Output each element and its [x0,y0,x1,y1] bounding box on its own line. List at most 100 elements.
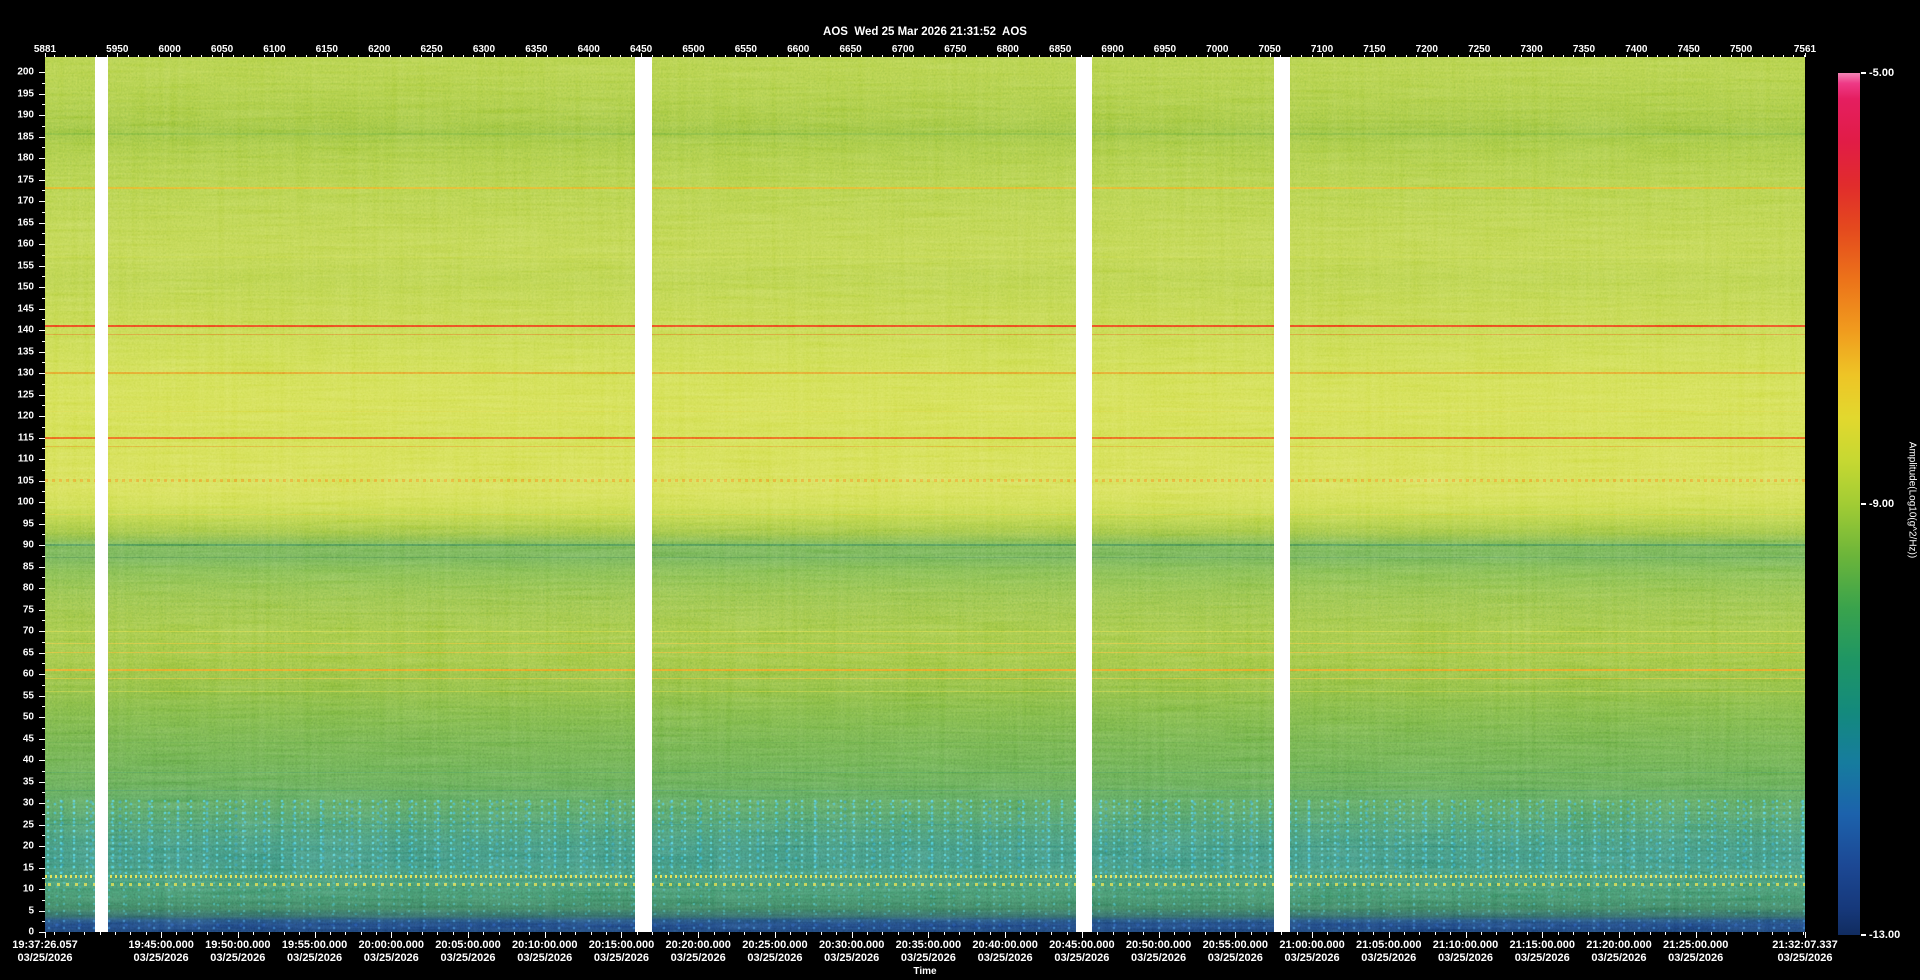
time-minor-tick [1711,932,1713,935]
time-value: 19:55:00.000 [281,939,348,951]
date-value: 03/25/2026 [1777,952,1833,964]
time-minor-tick [913,932,915,935]
time-minor-tick [1112,932,1114,935]
time-minor-tick [1005,932,1007,935]
time-minor-tick [744,932,746,935]
time-minor-tick [498,932,500,935]
date-value: 03/25/2026 [1131,952,1187,964]
freq-tick-label: 75 [22,604,34,615]
time-minor-tick [774,932,776,935]
time-minor-tick [851,932,853,935]
time-minor-tick [1726,932,1728,935]
freq-tick-label: 190 [17,109,34,121]
time-minor-tick [1235,932,1237,935]
time-minor-tick [1772,932,1774,935]
colorbar-tick [1861,934,1866,936]
freq-tick-label: 150 [17,281,34,293]
date-value: 03/25/2026 [824,952,880,964]
time-minor-tick [1588,932,1590,935]
spectrogram-plot[interactable] [45,57,1805,932]
time-minor-tick [1572,932,1574,935]
time-value: 20:00:00.000 [358,939,425,951]
time-minor-tick [820,932,822,935]
freq-tick-label: 110 [17,453,34,465]
time-tick-label: 20:05:00.000 03/25/2026 [435,939,500,965]
time-value: 20:30:00.000 [818,939,885,951]
time-minor-tick [1035,932,1037,935]
freq-tick-label: 170 [17,195,34,207]
time-tick-label: 21:25:00.000 03/25/2026 [1663,939,1728,965]
time-minor-tick [1189,932,1191,935]
time-minor-tick [1680,932,1682,935]
time-value: 20:35:00.000 [895,939,962,951]
time-minor-tick [161,932,163,935]
time-tick-label: 19:55:00.000 03/25/2026 [282,939,347,965]
time-minor-tick [713,932,715,935]
time-value: 21:32:07.337 [1772,939,1838,951]
date-value: 03/25/2026 [287,952,343,964]
time-minor-tick [1542,932,1544,935]
time-minor-tick [1419,932,1421,935]
time-minor-tick [375,932,377,935]
time-minor-tick [1526,932,1528,935]
time-tick-label: 20:50:00.000 03/25/2026 [1126,939,1191,965]
freq-tick-label: 45 [22,733,34,744]
time-minor-tick [1434,932,1436,935]
time-minor-tick [928,932,930,935]
time-minor-tick [1649,932,1651,935]
time-tick-label: 20:55:00.000 03/25/2026 [1203,939,1268,965]
time-tick-label: 20:00:00.000 03/25/2026 [359,939,424,965]
time-value: 20:45:00.000 [1049,939,1115,951]
time-tick-label: 20:10:00.000 03/25/2026 [512,939,577,965]
time-minor-tick [360,932,362,935]
date-value: 03/25/2026 [1207,952,1263,964]
freq-tick-label: 80 [22,582,34,594]
freq-tick-label: 135 [17,346,34,357]
time-value: 21:15:00.000 [1509,939,1575,951]
time-minor-tick [391,932,393,935]
time-minor-tick [897,932,899,935]
time-tick-label: 21:32:07.337 03/25/2026 [1772,939,1837,965]
time-value: 21:10:00.000 [1432,939,1499,951]
freq-tick-label: 155 [17,260,34,271]
spectrogram-base [45,57,1805,932]
time-minor-tick [1327,932,1329,935]
date-value: 03/25/2026 [900,952,956,964]
time-minor-tick [99,932,101,935]
time-value: 20:55:00.000 [1202,939,1269,951]
time-minor-tick [222,932,224,935]
time-minor-tick [560,932,562,935]
time-value: 21:25:00.000 [1662,939,1729,951]
colorbar-tick [1861,72,1866,74]
time-value: 21:00:00.000 [1279,939,1345,951]
freq-tick-label: 115 [17,432,34,443]
time-tick-label: 20:35:00.000 03/25/2026 [896,939,961,965]
time-minor-tick [1296,932,1298,935]
time-minor-tick [84,932,86,935]
time-minor-tick [268,932,270,935]
time-minor-tick [836,932,838,935]
time-minor-tick [1281,932,1283,935]
time-value: 21:20:00.000 [1586,939,1652,951]
time-minor-tick [1665,932,1666,935]
time-value: 20:10:00.000 [512,939,578,951]
time-minor-tick [1312,932,1314,935]
time-minor-tick [1803,932,1805,935]
time-value: 19:50:00.000 [205,939,271,951]
time-minor-tick [437,932,439,935]
time-minor-tick [1787,932,1789,935]
time-tick-label: 19:50:00.000 03/25/2026 [205,939,270,965]
colorbar-tick [1861,503,1866,505]
freq-tick-label: 165 [17,217,34,228]
time-minor-tick [1634,932,1636,935]
time-minor-tick [145,932,147,935]
date-value: 03/25/2026 [1054,952,1110,964]
time-value: 19:45:00.000 [128,939,194,951]
freq-tick-label: 130 [17,367,34,379]
time-tick-label: 21:20:00.000 03/25/2026 [1586,939,1651,965]
time-minor-tick [1051,932,1053,935]
time-minor-tick [115,932,117,935]
freq-tick-label: 0 [28,926,34,938]
time-minor-tick [1496,932,1498,935]
freq-tick-label: 20 [22,840,34,852]
